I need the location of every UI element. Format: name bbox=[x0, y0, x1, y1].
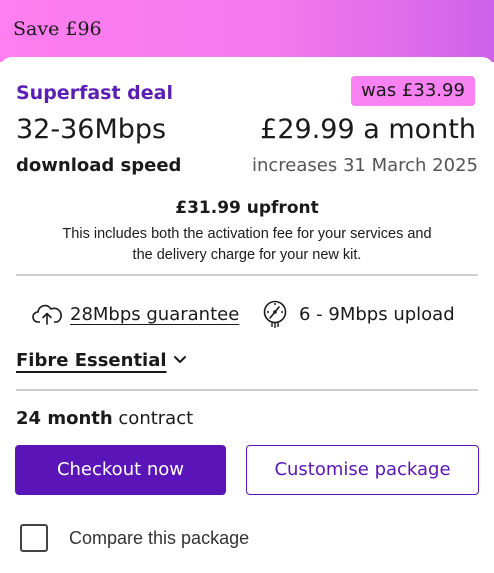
download-speed-label: download speed bbox=[16, 155, 182, 176]
upload-speed: 6 - 9Mbps upload bbox=[261, 300, 455, 328]
price-increase-note: increases 31 March 2025 bbox=[252, 155, 478, 176]
savings-text: Save £96 bbox=[13, 18, 102, 40]
savings-banner: Save £96 bbox=[0, 0, 494, 62]
monthly-price: £29.99 a month bbox=[260, 114, 476, 145]
package-name[interactable]: Fibre Essential bbox=[16, 350, 167, 371]
download-speed: 32-36Mbps bbox=[16, 114, 167, 145]
compare-label[interactable]: Compare this package bbox=[69, 528, 249, 549]
contract-suffix: contract bbox=[118, 408, 194, 429]
speedometer-icon bbox=[261, 299, 291, 329]
divider bbox=[16, 389, 478, 391]
cloud-upload-icon bbox=[32, 302, 62, 326]
upfront-cost: £31.99 upfront bbox=[175, 198, 319, 218]
speed-guarantee[interactable]: 28Mbps guarantee bbox=[32, 300, 239, 328]
deal-title: Superfast deal bbox=[16, 82, 173, 104]
speed-guarantee-label[interactable]: 28Mbps guarantee bbox=[70, 304, 239, 325]
customise-package-button[interactable]: Customise package bbox=[246, 445, 479, 495]
contract-duration: 24 month bbox=[16, 408, 113, 429]
was-price-badge: was £33.99 bbox=[351, 76, 475, 106]
checkout-button[interactable]: Checkout now bbox=[15, 445, 226, 495]
package-dropdown[interactable]: Fibre Essential bbox=[16, 350, 187, 371]
compare-checkbox[interactable] bbox=[20, 524, 48, 552]
upfront-description: This includes both the activation fee fo… bbox=[62, 226, 432, 263]
chevron-down-icon[interactable] bbox=[173, 353, 187, 369]
contract-length: 24 month contract bbox=[16, 408, 193, 429]
upload-speed-label: 6 - 9Mbps upload bbox=[299, 303, 455, 325]
divider bbox=[16, 274, 478, 276]
